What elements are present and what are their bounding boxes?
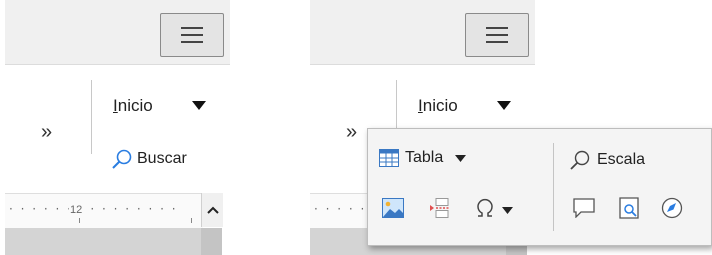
table-dropdown-icon[interactable] [455, 154, 467, 162]
image-icon [382, 198, 404, 218]
tab-home-dropdown-icon[interactable] [192, 101, 206, 110]
table-label: Tabla [405, 149, 444, 166]
panel-before: » Inicio Buscar · · · · · · · · · · · · … [5, 0, 230, 255]
special-character-button[interactable] [474, 197, 496, 219]
chevron-up-icon [206, 206, 219, 214]
toolbar-separator [91, 80, 92, 154]
tab-home-label: nicio [117, 96, 153, 115]
tab-home[interactable]: Inicio [418, 96, 458, 116]
hamburger-icon [181, 27, 203, 43]
ruler: · · · · · · · · · · · · · · · 12 [5, 193, 203, 228]
menubar-strip [5, 0, 230, 65]
special-character-dropdown-icon[interactable] [502, 207, 513, 214]
overflow-popup: Tabla Escala [367, 128, 712, 246]
ruler-marks: · · · · · · · · · · · · · · · [9, 202, 178, 216]
search-icon [112, 149, 132, 169]
chevron-double-right-icon: » [346, 121, 357, 143]
popup-separator [553, 143, 554, 231]
find-label: Buscar [137, 150, 187, 167]
zoom-icon [570, 150, 590, 170]
table-button[interactable]: Tabla [379, 149, 467, 167]
menu-button[interactable] [465, 13, 529, 57]
navigator-icon [661, 197, 683, 219]
page-break-icon [430, 198, 450, 218]
tab-home[interactable]: Inicio [113, 96, 153, 116]
zoom-button[interactable]: Escala [569, 149, 645, 171]
scroll-up-button[interactable] [201, 193, 223, 227]
table-icon [379, 149, 399, 167]
overflow-button[interactable]: » [41, 121, 52, 144]
ruler-tick [79, 218, 80, 223]
comment-icon [573, 198, 595, 218]
hamburger-icon [486, 27, 508, 43]
tab-home-dropdown-icon[interactable] [497, 101, 511, 110]
scrollbar-track[interactable] [201, 228, 222, 255]
find-button[interactable]: Buscar [111, 146, 187, 172]
insert-image-button[interactable] [382, 198, 404, 218]
special-character-icon [477, 198, 493, 217]
menu-button[interactable] [160, 13, 224, 57]
print-preview-icon [619, 197, 639, 219]
navigator-button[interactable] [661, 197, 683, 219]
chevron-double-right-icon: » [41, 121, 52, 143]
document-area [5, 228, 203, 255]
zoom-label: Escala [597, 151, 646, 168]
ruler-number: 12 [69, 204, 84, 216]
menubar-strip [310, 0, 535, 65]
print-preview-button[interactable] [619, 197, 639, 219]
comment-button[interactable] [573, 198, 595, 218]
page-break-button[interactable] [430, 198, 452, 218]
overflow-button[interactable]: » [346, 121, 357, 144]
ruler-tick [191, 218, 192, 223]
tab-home-label: nicio [422, 96, 458, 115]
